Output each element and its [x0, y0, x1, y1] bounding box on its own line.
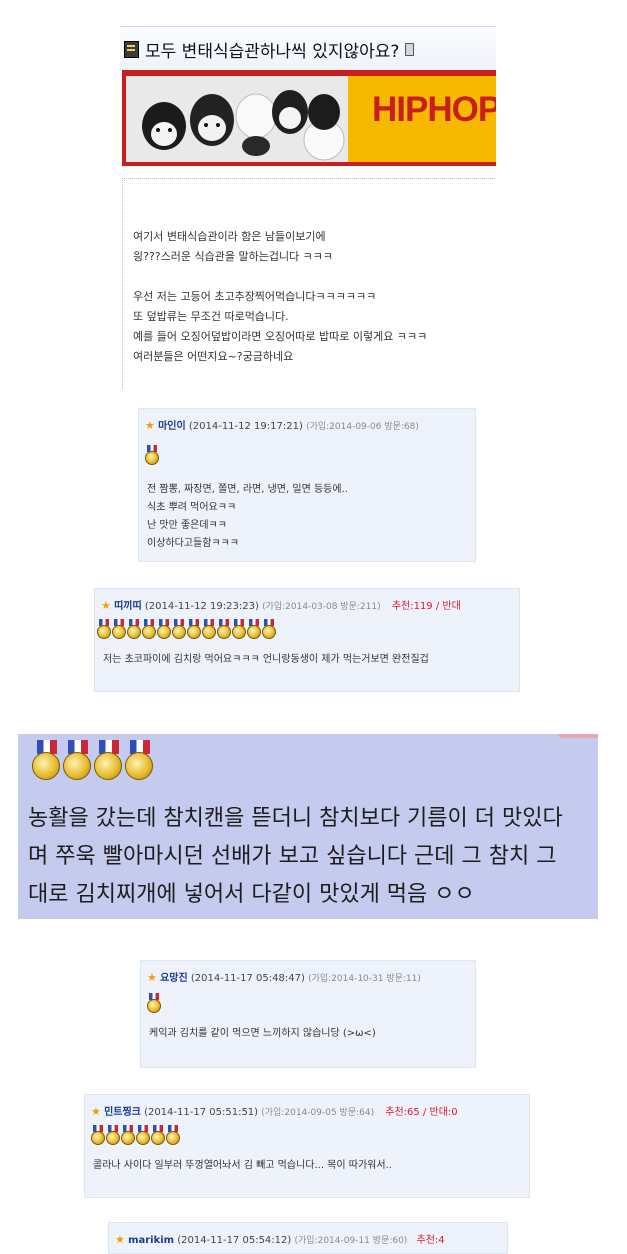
comment-datetime: (2014-11-12 19:23:23): [144, 601, 259, 612]
comment-header: ★ 요망진 (2014-11-17 05:48:47) (가입:2014-10-…: [147, 969, 421, 984]
comment-body: 전 짬뽕, 짜장면, 쫄면, 라면, 냉면, 밀면 등등에.. 식초 뿌려 먹어…: [147, 481, 348, 553]
comment-author[interactable]: marikim: [128, 1235, 174, 1246]
mobile-icon: [405, 42, 415, 56]
comment-line: 식초 뿌려 먹어요ㅋㅋ: [147, 502, 237, 513]
medal-icon: [187, 619, 201, 639]
zoomed-comment: 농활을 갔는데 참치캔을 뜯더니 참치보다 기름이 더 맛있다 며 쭈욱 빨아마…: [18, 734, 598, 919]
star-icon: ★: [147, 971, 157, 984]
medal-icon: [217, 619, 231, 639]
comment-line: 난 맛만 좋은데ㅋㅋ: [147, 520, 227, 531]
post-body-line: 읭???스러운 식습관을 말하는겁니다 ㅋㅋㅋ: [133, 250, 334, 263]
star-icon: ★: [145, 419, 155, 432]
medal-icon: [202, 619, 216, 639]
comment-datetime: (2014-11-17 05:48:47): [190, 973, 305, 984]
medal-row: [145, 445, 160, 465]
comment-member-info: (가입:2014-03-08 방문:211): [262, 602, 381, 612]
medal-icon: [94, 740, 124, 782]
comment-recommend-count: 추천:4: [416, 1235, 445, 1246]
medal-icon: [32, 740, 62, 782]
banner-image: HIPHOP: [122, 70, 496, 166]
medal-icon: [112, 619, 126, 639]
post-title-bar: 모두 변태식습관하나씩 있지않아요?: [120, 26, 496, 71]
zoomed-comment-body: 농활을 갔는데 참치캔을 뜯더니 참치보다 기름이 더 맛있다 며 쭈욱 빨아마…: [28, 800, 563, 914]
post-body-line: [133, 267, 427, 287]
comment-member-info: (가입:2014-09-06 방문:68): [306, 422, 419, 432]
comment-datetime: (2014-11-17 05:51:51): [144, 1107, 259, 1118]
comment-body: 저는 초코파이에 김치랑 먹어요ㅋㅋㅋ 언니랑동생이 제가 먹는거보면 완전질겁: [103, 651, 429, 669]
medal-icon: [121, 1125, 135, 1145]
post-body-line: 여러분들은 어떤지요~?궁금하네요: [133, 350, 294, 363]
comment-body: 콜라나 사이다 일부러 뚜껑열어놔서 김 빼고 먹습니다... 목이 따가워서.…: [93, 1157, 392, 1175]
comment-author[interactable]: 마인이: [158, 421, 186, 432]
medal-icon: [63, 740, 93, 782]
medal-icon: [125, 740, 155, 782]
medal-icon: [97, 619, 111, 639]
comment-datetime: (2014-11-12 19:17:21): [188, 421, 303, 432]
comment-author[interactable]: 민트찡크: [104, 1107, 141, 1118]
post-body: 여기서 변태식습관이라 함은 남들이보기에 읭???스러운 식습관을 말하는겁니…: [122, 178, 495, 389]
comment-datetime: (2014-11-17 05:54:12): [177, 1235, 292, 1246]
post-body-line: 여기서 변태식습관이라 함은 남들이보기에: [133, 230, 326, 243]
zoomed-comment-line: 대로 김치찌개에 넣어서 다같이 맛있게 먹음 ㅇㅇ: [28, 882, 475, 907]
medal-icon: [262, 619, 276, 639]
zoom-edge-marker: [558, 734, 598, 738]
zoomed-comment-line: 농활을 갔는데 참치캔을 뜯더니 참치보다 기름이 더 맛있다: [28, 806, 563, 831]
comment-member-info: (가입:2014-09-05 방문:64): [261, 1108, 375, 1118]
star-icon: ★: [115, 1233, 125, 1246]
medal-icon: [166, 1125, 180, 1145]
comment-item: ★ 띠끼띠 (2014-11-12 19:23:23) (가입:2014-03-…: [94, 588, 520, 692]
comment-line: 콜라나 사이다 일부러 뚜껑열어놔서 김 빼고 먹습니다... 목이 따가워서.…: [93, 1160, 392, 1171]
comment-line: 케익과 김치를 같이 먹으면 느끼하지 않습니당 (>ω<): [149, 1028, 376, 1039]
medal-icon: [247, 619, 261, 639]
comment-item: ★ 민트찡크 (2014-11-17 05:51:51) (가입:2014-09…: [84, 1094, 530, 1198]
comment-line: 이상하다고들함ㅋㅋㅋ: [147, 538, 239, 549]
comment-line: 저는 초코파이에 김치랑 먹어요ㅋㅋㅋ 언니랑동생이 제가 먹는거보면 완전질겁: [103, 654, 429, 665]
comment-header: ★ 띠끼띠 (2014-11-12 19:23:23) (가입:2014-03-…: [101, 597, 461, 612]
medal-icon: [106, 1125, 120, 1145]
medal-row: [32, 740, 156, 782]
comment-item: ★ 마인이 (2014-11-12 19:17:21) (가입:2014-09-…: [138, 408, 476, 562]
medal-icon: [142, 619, 156, 639]
medal-icon: [157, 619, 171, 639]
zoomed-comment-line: 며 쭈욱 빨아마시던 선배가 보고 싶습니다 근데 그 참치 그: [28, 844, 557, 869]
comment-recommend-count: 추천:65 / 반대:0: [385, 1107, 458, 1118]
comment-recommend-count: 추천:119 / 반대: [391, 601, 461, 612]
medal-icon: [172, 619, 186, 639]
comment-header: ★ 마인이 (2014-11-12 19:17:21) (가입:2014-09-…: [145, 417, 419, 432]
comment-member-info: (가입:2014-09-11 방문:60): [294, 1236, 408, 1246]
banner-text: HIPHOP: [372, 90, 496, 129]
comment-line: 전 짬뽕, 짜장면, 쫄면, 라면, 냉면, 밀면 등등에..: [147, 484, 348, 495]
medal-icon: [91, 1125, 105, 1145]
medal-row: [147, 993, 162, 1013]
medal-icon: [232, 619, 246, 639]
medal-icon: [127, 619, 141, 639]
board-icon: [124, 40, 139, 58]
star-icon: ★: [101, 599, 111, 612]
post-title: 모두 변태식습관하나씩 있지않아요?: [145, 41, 400, 62]
comment-author[interactable]: 띠끼띠: [114, 601, 142, 612]
post-body-line: 또 덮밥류는 무조건 따로먹습니다.: [133, 310, 289, 323]
comment-body: 케익과 김치를 같이 먹으면 느끼하지 않습니당 (>ω<): [149, 1025, 376, 1043]
comment-member-info: (가입:2014-10-31 방문:11): [308, 974, 421, 984]
medal-icon: [145, 445, 159, 465]
medal-row: [97, 619, 277, 639]
medal-row: [91, 1125, 181, 1145]
comment-header: ★ marikim (2014-11-17 05:54:12) (가입:2014…: [115, 1231, 445, 1246]
post-body-line: 예를 들어 오징어덮밥이라면 오징어따로 밥따로 이렇게요 ㅋㅋㅋ: [133, 330, 428, 343]
medal-icon: [151, 1125, 165, 1145]
comment-item: ★ 요망진 (2014-11-17 05:48:47) (가입:2014-10-…: [140, 960, 476, 1068]
comment-item: ★ marikim (2014-11-17 05:54:12) (가입:2014…: [108, 1222, 508, 1254]
medal-icon: [136, 1125, 150, 1145]
star-icon: ★: [91, 1105, 101, 1118]
post-body-line: 우선 저는 고등어 초고추장찍어먹습니다ㅋㅋㅋㅋㅋㅋ: [133, 290, 377, 303]
medal-icon: [147, 993, 161, 1013]
comment-header: ★ 민트찡크 (2014-11-17 05:51:51) (가입:2014-09…: [91, 1103, 458, 1118]
comment-author[interactable]: 요망진: [160, 973, 188, 984]
